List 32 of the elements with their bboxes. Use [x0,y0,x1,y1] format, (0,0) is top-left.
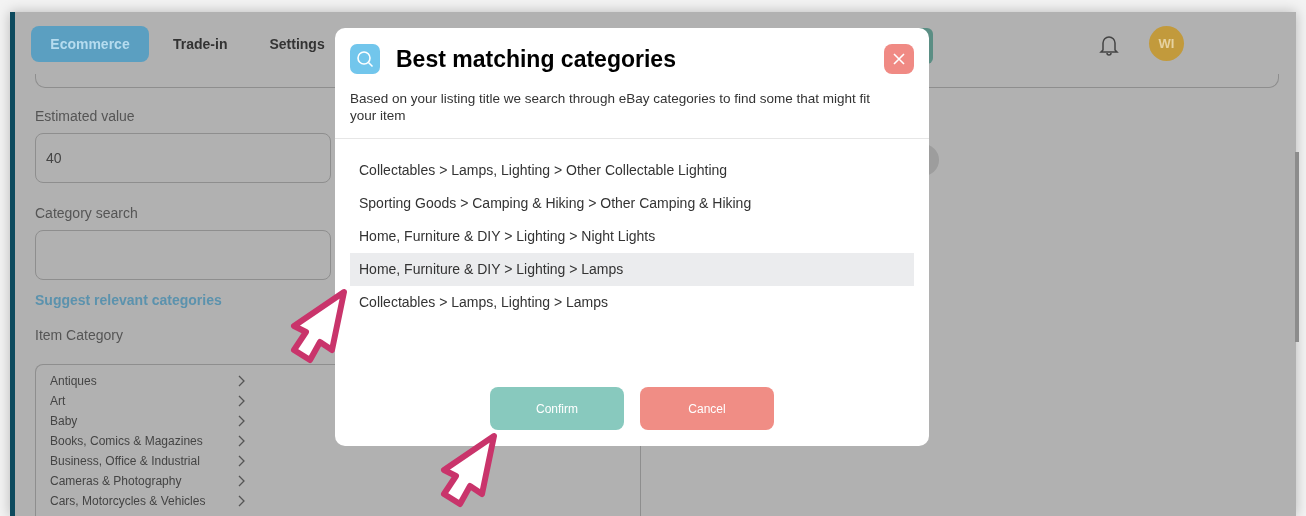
nav-tab[interactable]: Settings [251,26,343,62]
field-label: Item Category [35,326,123,345]
field-label: Estimated value [35,107,135,126]
chevron-right-icon [238,415,245,427]
search-icon [350,44,380,74]
category-item[interactable]: Cameras & Photography [50,471,245,491]
nav-tab[interactable]: Trade-in [155,26,246,62]
category-item[interactable]: Cars, Motorcycles & Vehicles [50,491,245,511]
category-option[interactable]: Sporting Goods > Camping & Hiking > Other Camping & Hiking [350,187,914,220]
category-option[interactable]: Collectables > Lamps, Lighting > Lamps [350,286,914,319]
close-icon [893,53,905,65]
chevron-right-icon [238,395,245,407]
dialog-title: Best matching categories [396,44,677,74]
category-item[interactable]: Baby [50,411,245,431]
chevron-right-icon [238,475,245,487]
input-field[interactable]: 40 [35,133,331,183]
category-option[interactable]: Home, Furniture & DIY > Lighting > Lamps [350,253,914,286]
category-option[interactable]: Home, Furniture & DIY > Lighting > Night Lights [350,220,914,253]
search-field[interactable] [35,230,331,280]
chevron-right-icon [238,435,245,447]
category-option[interactable]: Collectables > Lamps, Lighting > Other Collectable Lighting [350,154,914,187]
field-label: Category search [35,204,138,223]
category-item[interactable]: Art [50,391,245,411]
chevron-right-icon [238,375,245,387]
chevron-right-icon [238,455,245,467]
notification-bell-icon[interactable] [1099,34,1119,56]
close-button[interactable] [884,44,914,74]
category-item[interactable]: Antiques [50,371,245,391]
dialog-description: Based on your listing title we search through eBay categories to find some that might fit your item [335,90,929,139]
chevron-right-icon [238,495,245,507]
category-item[interactable]: Business, Office & Industrial [50,451,245,471]
category-item[interactable]: Books, Comics & Magazines [50,431,245,451]
